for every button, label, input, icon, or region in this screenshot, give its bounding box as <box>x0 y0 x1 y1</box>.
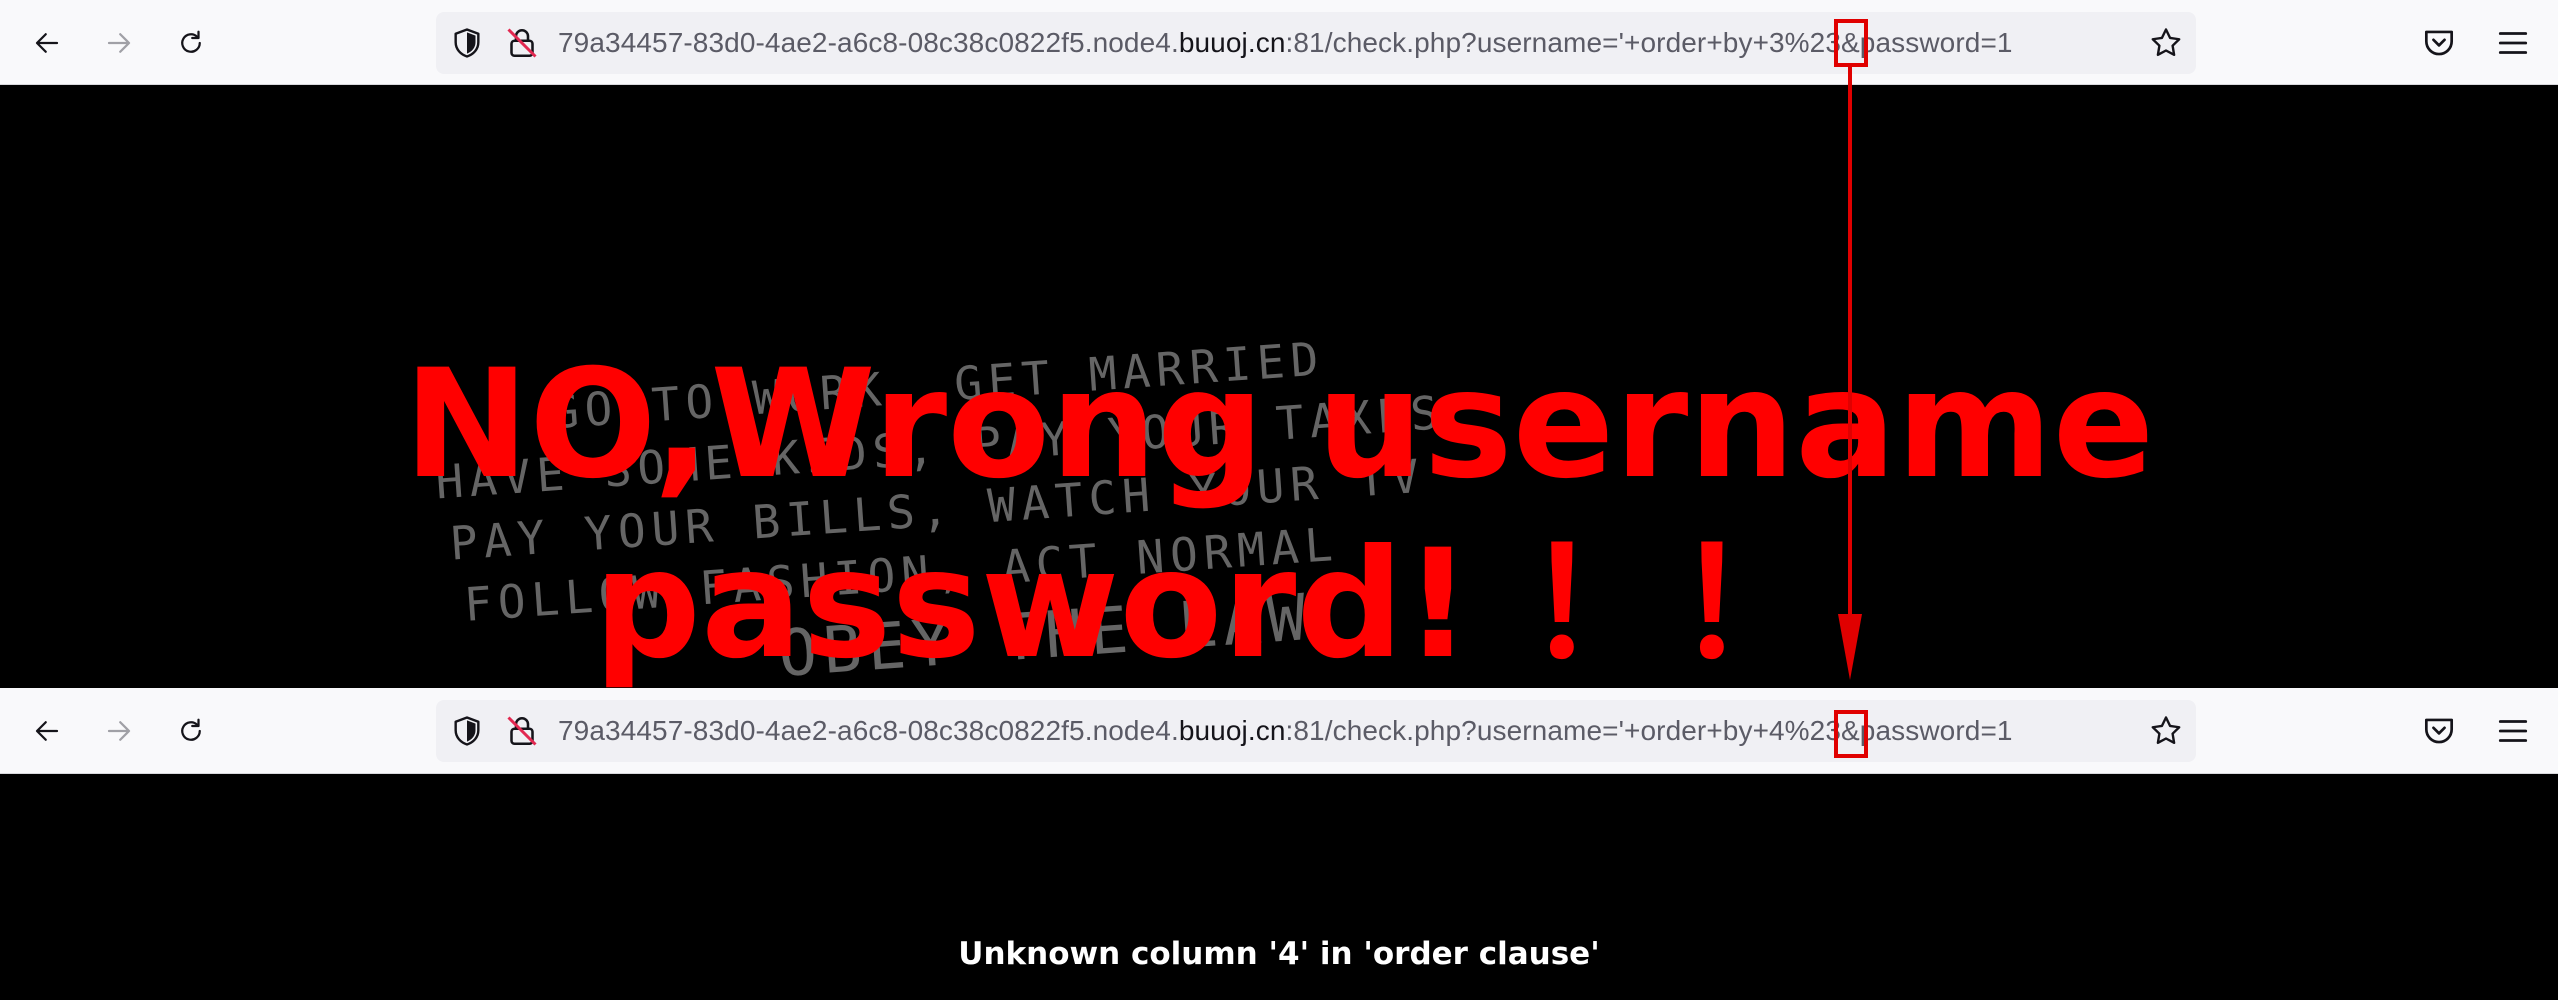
url-bar[interactable]: 79a34457-83d0-4ae2-a6c8-08c38c0822f5.nod… <box>436 12 2196 74</box>
pocket-icon[interactable] <box>2420 712 2458 750</box>
forward-arrow-icon <box>107 33 131 53</box>
reload-icon <box>181 30 201 53</box>
forward-button[interactable] <box>96 20 142 66</box>
error-headline: NO,Wrong username password! ！！ <box>0 335 2558 688</box>
star-icon[interactable] <box>2148 25 2184 61</box>
headline-line-1: NO,Wrong username <box>403 338 2155 512</box>
annotation-highlight-box-bottom <box>1834 710 1868 758</box>
shield-icon[interactable] <box>450 714 484 748</box>
url-prefix: 79a34457-83d0-4ae2-a6c8-08c38c0822f5.nod… <box>558 27 1179 58</box>
url-bar[interactable]: 79a34457-83d0-4ae2-a6c8-08c38c0822f5.nod… <box>436 700 2196 762</box>
page-content-top: GO TO WORK, GET MARRIED HAVE SOME KIDS, … <box>0 85 2558 688</box>
browser-toolbar-bottom: 79a34457-83d0-4ae2-a6c8-08c38c0822f5.nod… <box>0 688 2558 774</box>
reload-icon <box>181 718 201 741</box>
browser-toolbar-top: 79a34457-83d0-4ae2-a6c8-08c38c0822f5.nod… <box>0 0 2558 85</box>
back-button[interactable] <box>24 20 70 66</box>
insecure-lock-icon[interactable] <box>504 25 540 61</box>
headline-line-2: password! ！！ <box>593 518 1825 688</box>
sql-error-message: Unknown column '4' in 'order clause' <box>958 936 1600 972</box>
insecure-lock-icon[interactable] <box>504 713 540 749</box>
back-arrow-icon <box>35 33 59 53</box>
shield-icon[interactable] <box>450 26 484 60</box>
annotation-highlight-box-top <box>1834 19 1868 67</box>
hamburger-menu-icon[interactable] <box>2494 712 2532 750</box>
url-suffix: :81/check.php?username='+order+by+3%23&p… <box>1285 27 2013 58</box>
page-content-bottom: Unknown column '4' in 'order clause' <box>0 774 2558 1000</box>
url-suffix: :81/check.php?username='+order+by+4%23&p… <box>1285 715 2013 746</box>
hamburger-menu-icon[interactable] <box>2494 24 2532 62</box>
reload-button[interactable] <box>168 20 214 66</box>
reload-button[interactable] <box>168 708 214 754</box>
forward-arrow-icon <box>107 721 131 741</box>
url-host: buuoj.cn <box>1178 27 1286 58</box>
pocket-icon[interactable] <box>2420 24 2458 62</box>
url-host: buuoj.cn <box>1178 715 1286 746</box>
forward-button[interactable] <box>96 708 142 754</box>
url-text[interactable]: 79a34457-83d0-4ae2-a6c8-08c38c0822f5.nod… <box>558 12 2013 74</box>
back-button[interactable] <box>24 708 70 754</box>
back-arrow-icon <box>35 721 59 741</box>
url-text[interactable]: 79a34457-83d0-4ae2-a6c8-08c38c0822f5.nod… <box>558 700 2013 762</box>
star-icon[interactable] <box>2148 713 2184 749</box>
url-prefix: 79a34457-83d0-4ae2-a6c8-08c38c0822f5.nod… <box>558 715 1179 746</box>
